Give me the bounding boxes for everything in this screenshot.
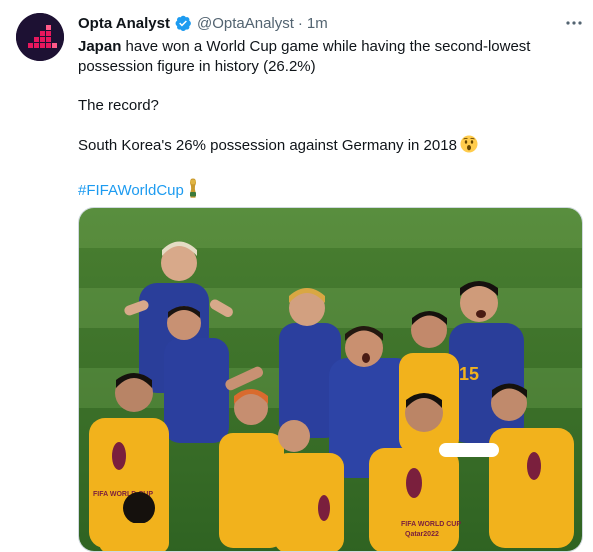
tweet-photo[interactable]: 15 FIFA WORLD CUP FIFA WORLD CUP Qatar20… — [78, 207, 583, 552]
tweet-timestamp[interactable]: 1m — [307, 15, 328, 32]
tweet[interactable]: Opta Analyst @OptaAnalyst · 1m Japan hav… — [0, 0, 593, 552]
separator-dot: · — [297, 14, 303, 32]
more-options-button[interactable] — [561, 12, 587, 34]
jersey-number: 15 — [459, 364, 479, 384]
bib-text: Qatar2022 — [405, 531, 439, 538]
tweet-paragraph: The record? — [78, 96, 578, 116]
tweet-line: South Korea's 26% possession against Ger… — [78, 137, 457, 154]
author-handle[interactable]: @OptaAnalyst — [197, 15, 294, 32]
opta-logo-icon — [16, 13, 64, 61]
tweet-paragraph: Japan have won a World Cup game while ha… — [78, 37, 578, 77]
tweet-text: Japan have won a World Cup game while ha… — [78, 37, 578, 204]
tweet-header: Opta Analyst @OptaAnalyst · 1m — [78, 12, 328, 34]
tweet-line: The record? — [78, 97, 159, 114]
astonished-face-icon — [460, 135, 478, 159]
author-avatar[interactable] — [16, 13, 64, 61]
japan-team-celebration-photo: 15 FIFA WORLD CUP FIFA WORLD CUP Qatar20… — [79, 208, 582, 551]
bold-word: Japan — [78, 38, 122, 55]
ellipsis-icon — [566, 21, 582, 25]
verified-badge-icon — [174, 14, 192, 32]
world-cup-trophy-icon — [187, 178, 199, 204]
bib-text: FIFA WORLD CUP — [401, 521, 461, 528]
tweet-paragraph: South Korea's 26% possession against Ger… — [78, 135, 578, 159]
author-name[interactable]: Opta Analyst — [78, 15, 170, 32]
tweet-paragraph: #FIFAWorldCup — [78, 178, 578, 204]
hashtag-link[interactable]: #FIFAWorldCup — [78, 182, 184, 199]
tweet-line: have won a World Cup game while having t… — [78, 38, 531, 75]
